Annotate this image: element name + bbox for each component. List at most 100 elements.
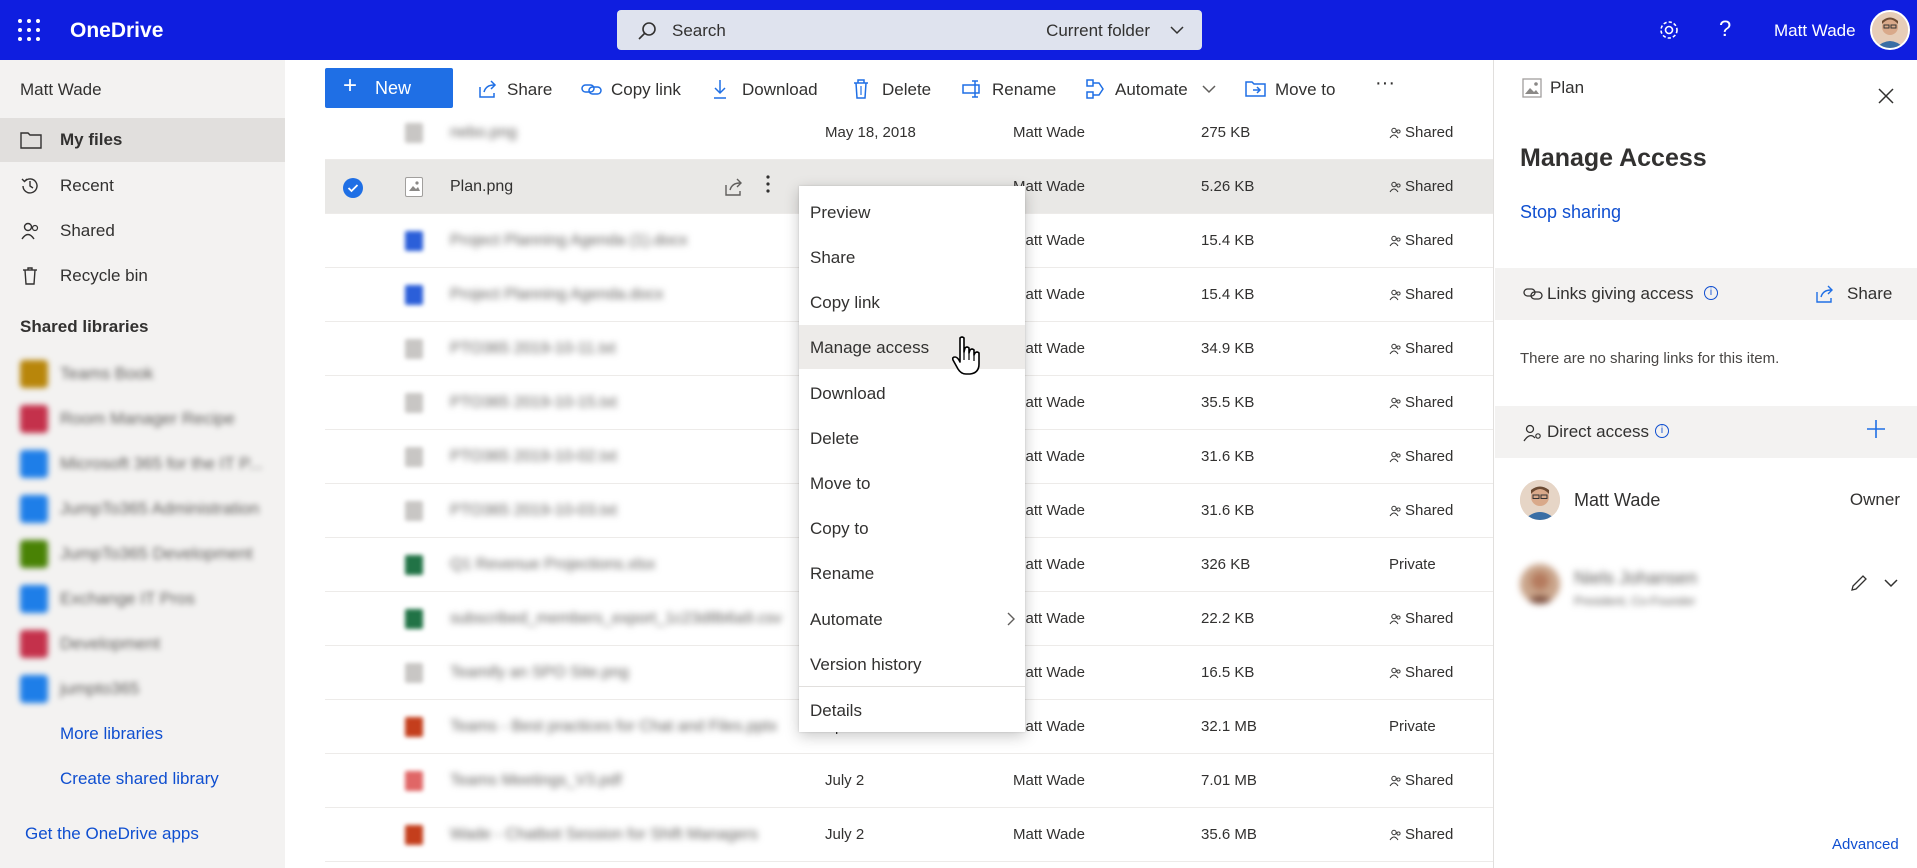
sharing-status: Shared: [1389, 394, 1453, 411]
library-item[interactable]: Development: [20, 626, 270, 660]
nav-item-recycle-bin[interactable]: Recycle bin: [0, 254, 285, 298]
menu-item-preview[interactable]: Preview: [799, 190, 1025, 234]
more-commands-button[interactable]: ···: [1375, 72, 1395, 96]
info-icon[interactable]: i: [1704, 286, 1718, 300]
library-icon: [20, 450, 48, 478]
gear-icon[interactable]: [1657, 18, 1681, 42]
advanced-link[interactable]: Advanced: [1832, 836, 1899, 853]
file-row[interactable]: nebo.png May 18, 2018 Matt Wade 275 KB S…: [325, 116, 1493, 160]
file-row[interactable]: Teams Meetings_V3.pdf July 2 Matt Wade 7.01…: [325, 754, 1493, 808]
nav-item-label: My files: [60, 130, 123, 149]
download-icon: [712, 78, 734, 100]
nav-item-label: Recent: [60, 176, 114, 195]
word-file-icon: [405, 285, 423, 305]
share-icon[interactable]: [723, 176, 745, 198]
no-links-message: There are no sharing links for this item…: [1520, 350, 1780, 367]
sharing-status: Shared: [1389, 232, 1453, 249]
chevron-down-icon: [460, 82, 474, 92]
menu-item-details[interactable]: Details: [799, 688, 1025, 732]
library-item[interactable]: Room Manager Recipe: [20, 401, 270, 435]
owner-entry: Matt Wade Owner: [1520, 480, 1900, 524]
person-title: President, Co-Founder: [1574, 594, 1696, 608]
create-shared-library-link[interactable]: Create shared library: [60, 769, 219, 789]
edit-icon[interactable]: [1850, 574, 1868, 592]
more-vertical-icon[interactable]: [765, 174, 771, 194]
library-icon: [20, 495, 48, 523]
nav-item-recent[interactable]: Recent: [0, 164, 285, 208]
menu-item-delete[interactable]: Delete: [799, 416, 1025, 460]
history-icon: [20, 176, 40, 196]
nav-item-my-files[interactable]: My files: [0, 118, 285, 162]
chevron-right-icon: [1007, 612, 1015, 626]
avatar[interactable]: [1870, 10, 1910, 50]
chevron-down-icon[interactable]: [1202, 84, 1216, 94]
menu-item-version-history[interactable]: Version history: [799, 642, 1025, 686]
people-icon: [1389, 775, 1401, 787]
library-item[interactable]: Teams Book: [20, 356, 270, 390]
recycle-bin-icon: [20, 266, 40, 286]
avatar: [1520, 564, 1560, 604]
sharing-status: Shared: [1389, 664, 1453, 681]
search-scope[interactable]: Current folder: [1046, 21, 1150, 41]
image-file-icon: [405, 663, 423, 683]
word-file-icon: [405, 231, 423, 251]
new-button[interactable]: + New: [325, 68, 474, 108]
sharing-status: Shared: [1389, 124, 1453, 141]
sharing-status: Shared: [1389, 610, 1453, 627]
search-input[interactable]: Search: [672, 21, 726, 41]
close-icon[interactable]: [1878, 88, 1894, 104]
library-item[interactable]: Exchange IT Pros: [20, 581, 270, 615]
menu-item-move-to[interactable]: Move to: [799, 461, 1025, 505]
excel-file-icon: [405, 609, 423, 629]
app-name[interactable]: OneDrive: [70, 19, 163, 43]
sharing-status: Shared: [1389, 826, 1453, 843]
sharing-status: Shared: [1389, 340, 1453, 357]
menu-item-manage-access[interactable]: Manage access: [799, 325, 1025, 369]
image-file-icon: [405, 177, 423, 197]
people-icon: [1389, 181, 1401, 193]
folder-icon: [20, 130, 42, 150]
people-icon: [1389, 829, 1401, 841]
checkmark-icon[interactable]: [343, 178, 363, 198]
file-name[interactable]: Plan.png: [450, 178, 513, 196]
person-key-icon: [1523, 424, 1543, 442]
people-icon: [1389, 667, 1401, 679]
help-icon[interactable]: ?: [1719, 16, 1731, 42]
info-icon[interactable]: i: [1655, 424, 1669, 438]
library-item[interactable]: jumpto365: [20, 671, 270, 705]
rename-icon: [962, 78, 984, 100]
link-icon: [1523, 286, 1543, 302]
get-apps-link[interactable]: Get the OneDrive apps: [25, 824, 199, 844]
menu-divider: [799, 686, 1025, 687]
stop-sharing-link[interactable]: Stop sharing: [1520, 202, 1621, 223]
search-box[interactable]: Search Current folder: [617, 10, 1202, 50]
library-item[interactable]: Microsoft 365 for the IT P...: [20, 446, 270, 480]
file-row[interactable]: Wade - Chatbot Session for Shift Manager…: [325, 808, 1493, 862]
menu-item-share[interactable]: Share: [799, 235, 1025, 279]
people-icon: [1389, 127, 1401, 139]
person-entry: Niels Johansen President, Co-Founder: [1520, 564, 1900, 608]
library-icon: [20, 675, 48, 703]
menu-item-rename[interactable]: Rename: [799, 551, 1025, 595]
sharing-status: Private: [1389, 718, 1436, 735]
people-icon: [1389, 343, 1401, 355]
menu-item-copy-to[interactable]: Copy to: [799, 506, 1025, 550]
library-item[interactable]: JumpTo365 Development: [20, 536, 270, 570]
app-launcher-icon[interactable]: [18, 19, 40, 41]
top-bar: OneDrive Search Current folder ? Matt Wa…: [0, 0, 1917, 60]
chevron-down-icon[interactable]: [1884, 578, 1898, 588]
nav-item-shared[interactable]: Shared: [0, 209, 285, 253]
library-item[interactable]: JumpTo365 Administration: [20, 491, 270, 525]
menu-item-copy-link[interactable]: Copy link: [799, 280, 1025, 324]
menu-item-automate[interactable]: Automate: [799, 597, 1025, 641]
move-to-icon: [1245, 78, 1267, 100]
people-icon: [1389, 397, 1401, 409]
add-person-icon[interactable]: [1865, 418, 1887, 440]
people-icon: [1389, 289, 1401, 301]
account-name[interactable]: Matt Wade: [1774, 21, 1856, 41]
sharing-status: Shared: [1389, 772, 1453, 789]
menu-item-download[interactable]: Download: [799, 371, 1025, 415]
chevron-down-icon[interactable]: [1170, 25, 1184, 35]
context-menu: Preview Share Copy link Manage access Do…: [799, 186, 1025, 732]
more-libraries-link[interactable]: More libraries: [60, 724, 163, 744]
